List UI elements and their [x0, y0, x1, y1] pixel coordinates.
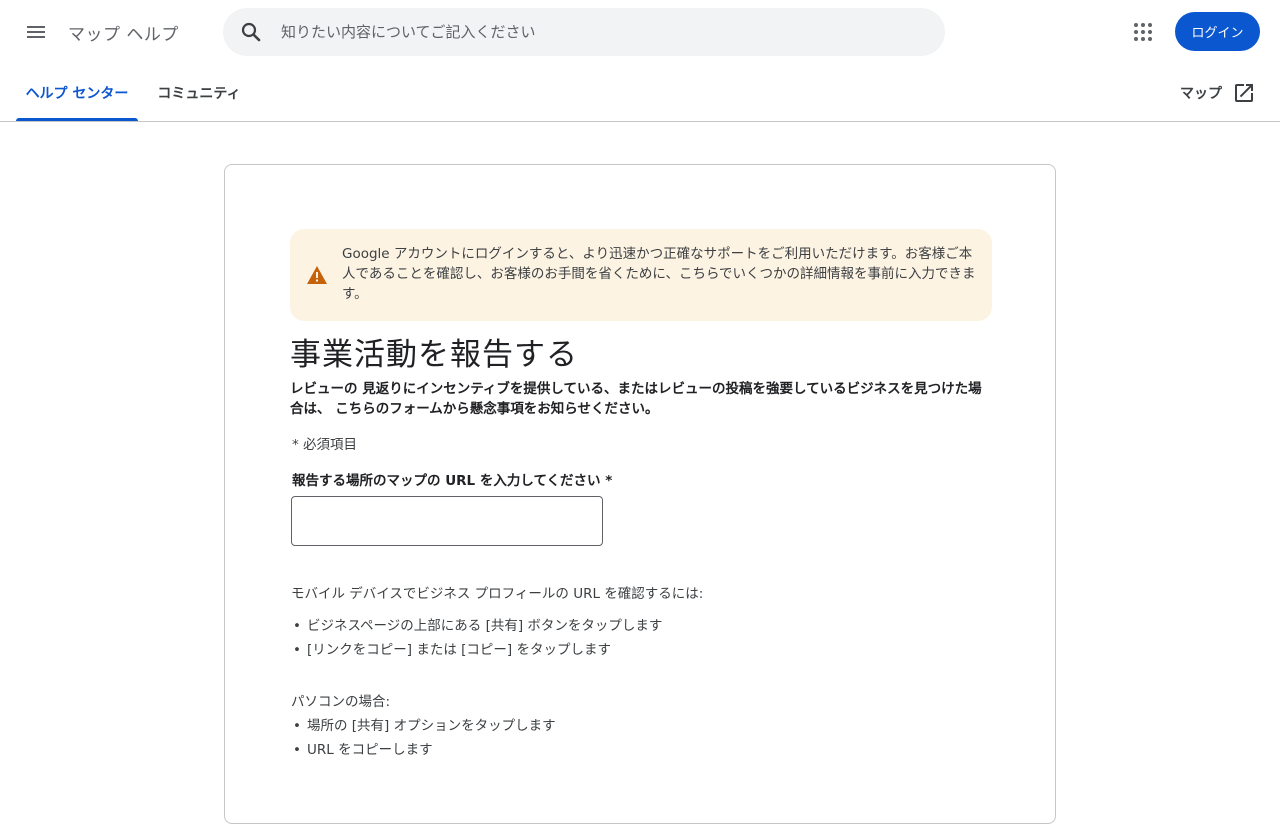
tab-help-center-label: ヘルプ センター: [25, 85, 129, 102]
hamburger-menu-icon: [27, 26, 45, 38]
form-title: 事業活動を報告する: [290, 337, 578, 373]
mobile-help-heading: モバイル デバイスでビジネス プロフィールの URL を確認するには:: [291, 586, 704, 602]
maps-link-label: マップ: [1180, 85, 1222, 102]
url-field-label: 報告する場所のマップの URL を入力してください *: [292, 473, 613, 489]
list-item: [リンクをコピー] または [コピー] をタップします: [291, 638, 703, 662]
pc-help-block: パソコンの場合: 場所の [共有] オプションをタップします URL をコピーし…: [291, 690, 556, 762]
warning-text: Google アカウントにログインすると、より迅速かつ正確なサポートをご利用いた…: [342, 246, 976, 302]
google-apps-button[interactable]: [1123, 12, 1163, 52]
tab-community[interactable]: コミュニティ: [152, 64, 246, 121]
pc-steps-list: 場所の [共有] オプションをタップします URL をコピーします: [291, 714, 556, 762]
apps-grid-icon: [1134, 23, 1152, 41]
report-form-card: Google アカウントにログインすると、より迅速かつ正確なサポートをご利用いた…: [224, 164, 1056, 824]
login-warning-banner: Google アカウントにログインすると、より迅速かつ正確なサポートをご利用いた…: [290, 229, 992, 321]
list-item: 場所の [共有] オプションをタップします: [291, 714, 556, 738]
list-item: ビジネスページの上部にある [共有] ボタンをタップします: [291, 614, 703, 638]
nav-tabs: ヘルプ センター コミュニティ マップ: [0, 64, 1280, 122]
mobile-steps-list: ビジネスページの上部にある [共有] ボタンをタップします [リンクをコピー] …: [291, 614, 703, 662]
pc-help-heading: パソコンの場合:: [291, 694, 391, 710]
form-description: レビューの 見返りにインセンティブを提供している、またはレビューの投稿を強要して…: [290, 381, 982, 417]
warning-icon: [307, 266, 327, 284]
search-bar[interactable]: [223, 8, 945, 56]
maps-url-input[interactable]: [291, 496, 603, 546]
main-menu-button[interactable]: [16, 12, 56, 52]
tab-community-label: コミュニティ: [157, 85, 241, 102]
app-title[interactable]: マップ ヘルプ: [68, 20, 179, 45]
required-fields-note: * 必須項目: [292, 437, 358, 453]
active-tab-indicator: [16, 118, 138, 121]
maps-external-link[interactable]: マップ: [1180, 64, 1264, 121]
tab-help-center[interactable]: ヘルプ センター: [16, 64, 138, 121]
list-item: URL をコピーします: [291, 738, 556, 762]
login-button[interactable]: ログイン: [1175, 12, 1260, 51]
mobile-help-block: モバイル デバイスでビジネス プロフィールの URL を確認するには: ビジネス…: [291, 582, 703, 662]
search-input[interactable]: [279, 8, 919, 56]
open-in-new-icon: [1235, 83, 1253, 102]
top-app-bar: マップ ヘルプ ログイン: [0, 0, 1280, 64]
search-icon[interactable]: [239, 20, 263, 44]
